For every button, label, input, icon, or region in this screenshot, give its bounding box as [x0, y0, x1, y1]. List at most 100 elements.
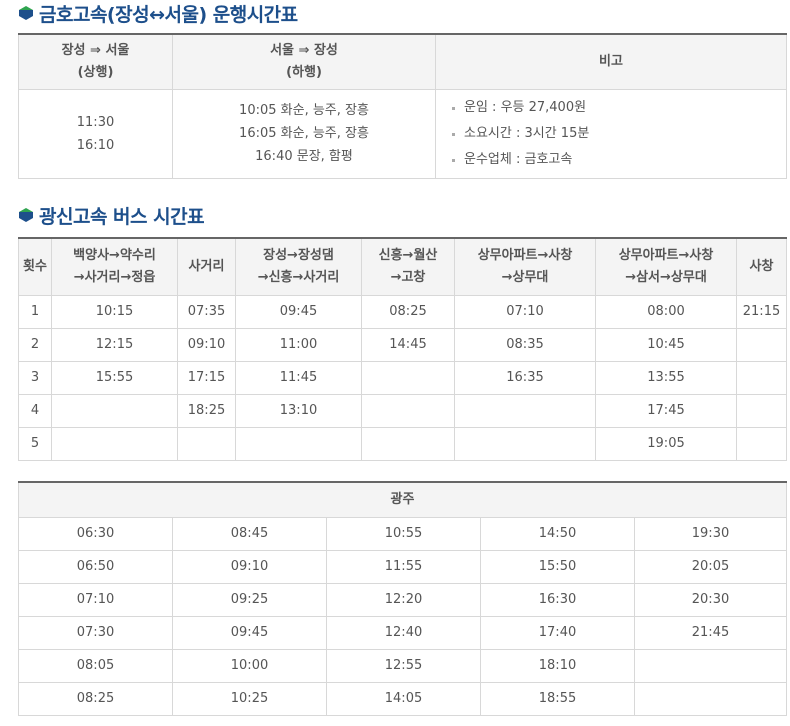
table-cell: 19:05 [595, 426, 737, 461]
table-cell: 09:25 [172, 582, 327, 617]
table-cell [361, 393, 455, 428]
kumho-timetable: 장성 ⇒ 서울 (상행) 서울 ⇒ 장성 (하행) 비고 11:30 16:10… [18, 33, 787, 179]
table-cell: 12:55 [326, 648, 481, 683]
table-cell: 10:00 [172, 648, 327, 683]
table-cell: 11:45 [235, 360, 362, 395]
table-cell: 10:25 [172, 681, 327, 716]
table-row: 07:10 09:25 12:20 16:30 20:30 [18, 582, 788, 617]
table-cell: 18:55 [480, 681, 635, 716]
table-cell: 14:05 [326, 681, 481, 716]
table-cell: 21:15 [736, 294, 787, 329]
table-cell: 17:45 [595, 393, 737, 428]
table-cell: 07:30 [18, 615, 173, 650]
table-cell [361, 426, 455, 461]
table-row: 07:30 09:45 12:40 17:40 21:45 [18, 615, 788, 650]
header-route-sageori: 사거리 [177, 237, 236, 296]
table-cell [454, 426, 596, 461]
table-cell: 20:30 [633, 582, 788, 617]
table-row: 06:30 08:45 10:55 14:50 19:30 [18, 516, 788, 551]
table-cell: 12:20 [326, 582, 481, 617]
upbound-times: 11:30 16:10 [18, 88, 173, 179]
table-cell [51, 393, 178, 428]
table-row: 08:25 10:25 14:05 18:55 [18, 681, 788, 716]
table-cell [633, 648, 788, 683]
note-duration: 소요시간 : 3시간 15분 [452, 121, 784, 147]
table-cell [633, 681, 788, 716]
table-header-row: 장성 ⇒ 서울 (상행) 서울 ⇒ 장성 (하행) 비고 [18, 33, 787, 90]
table-cell: 11:00 [235, 327, 362, 362]
downbound-times: 10:05 화순, 능주, 장흥 16:05 화순, 능주, 장흥 16:40 … [172, 88, 436, 179]
kwangshin-timetable: 횟수 백양사→약수리 →사거리→정읍 사거리 장성→장성댐 →신흥→사거리 신흥… [18, 237, 787, 461]
table-cell: 18:10 [480, 648, 635, 683]
table-cell [361, 360, 455, 395]
header-route-sachang: 사창 [736, 237, 787, 296]
table-cell: 20:05 [633, 549, 788, 584]
table-cell [736, 393, 787, 428]
table-cell: 08:00 [595, 294, 737, 329]
table-cell: 13:10 [235, 393, 362, 428]
table-cell: 18:25 [177, 393, 236, 428]
table-cell: 1 [18, 294, 52, 329]
table-cell: 19:30 [633, 516, 788, 551]
table-cell: 4 [18, 393, 52, 428]
hexagon-bullet-icon [19, 6, 33, 20]
table-cell: 3 [18, 360, 52, 395]
table-cell: 06:50 [18, 549, 173, 584]
table-row: 2 12:15 09:10 11:00 14:45 08:35 10:45 [18, 327, 787, 362]
table-cell: 13:55 [595, 360, 737, 395]
note-operator: 운수업체 : 금호고속 [452, 147, 784, 173]
table-cell: 17:15 [177, 360, 236, 395]
header-remarks: 비고 [435, 33, 787, 90]
section-title-kumho: 금호고속(장성↔서울) 운행시간표 [18, 0, 298, 26]
header-upbound: 장성 ⇒ 서울 (상행) [18, 33, 173, 90]
table-row: 11:30 16:10 10:05 화순, 능주, 장흥 16:05 화순, 능… [18, 88, 787, 179]
table-cell: 09:10 [172, 549, 327, 584]
table-cell: 08:25 [361, 294, 455, 329]
table-row: 08:05 10:00 12:55 18:10 [18, 648, 788, 683]
table-cell: 10:15 [51, 294, 178, 329]
table-cell: 09:45 [235, 294, 362, 329]
table-cell: 08:45 [172, 516, 327, 551]
table-cell [736, 327, 787, 362]
section-title-text: 금호고속(장성↔서울) 운행시간표 [39, 3, 298, 26]
table-cell: 15:50 [480, 549, 635, 584]
header-route-jangseong: 장성→장성댐 →신흥→사거리 [235, 237, 362, 296]
section-title-text: 광신고속 버스 시간표 [39, 205, 205, 228]
table-cell: 07:10 [454, 294, 596, 329]
table-cell: 12:40 [326, 615, 481, 650]
header-downbound: 서울 ⇒ 장성 (하행) [172, 33, 436, 90]
gwangju-timetable: 광주 06:30 08:45 10:55 14:50 19:30 06:50 0… [17, 481, 788, 716]
table-cell: 10:45 [595, 327, 737, 362]
table-cell [454, 393, 596, 428]
table-header-row: 횟수 백양사→약수리 →사거리→정읍 사거리 장성→장성댐 →신흥→사거리 신흥… [18, 237, 787, 296]
table-row: 4 18:25 13:10 17:45 [18, 393, 787, 428]
table-cell: 09:45 [172, 615, 327, 650]
table-cell [51, 426, 178, 461]
table-cell: 17:40 [480, 615, 635, 650]
table-row: 5 19:05 [18, 426, 787, 461]
table-cell: 16:35 [454, 360, 596, 395]
header-route-sangmu-2: 상무아파트→사창 →삼서→상무대 [595, 237, 737, 296]
table-cell: 07:10 [18, 582, 173, 617]
table-cell: 14:50 [480, 516, 635, 551]
table-cell: 11:55 [326, 549, 481, 584]
header-count: 횟수 [18, 237, 52, 296]
note-fare: 운임 : 우등 27,400원 [452, 95, 784, 121]
header-gwangju: 광주 [17, 481, 788, 518]
table-header-row: 광주 [17, 481, 788, 518]
table-cell: 08:25 [18, 681, 173, 716]
header-route-baekyangsa: 백양사→약수리 →사거리→정읍 [51, 237, 178, 296]
table-cell [235, 426, 362, 461]
table-cell: 2 [18, 327, 52, 362]
table-cell: 21:45 [633, 615, 788, 650]
table-cell [736, 426, 787, 461]
table-cell: 09:10 [177, 327, 236, 362]
table-cell: 07:35 [177, 294, 236, 329]
table-cell: 14:45 [361, 327, 455, 362]
table-cell: 5 [18, 426, 52, 461]
header-route-sinheung: 신흥→월산 →고창 [361, 237, 455, 296]
table-cell: 16:30 [480, 582, 635, 617]
table-row: 1 10:15 07:35 09:45 08:25 07:10 08:00 21… [18, 294, 787, 329]
remarks-list: 운임 : 우등 27,400원 소요시간 : 3시간 15분 운수업체 : 금호… [435, 88, 787, 179]
table-cell [177, 426, 236, 461]
